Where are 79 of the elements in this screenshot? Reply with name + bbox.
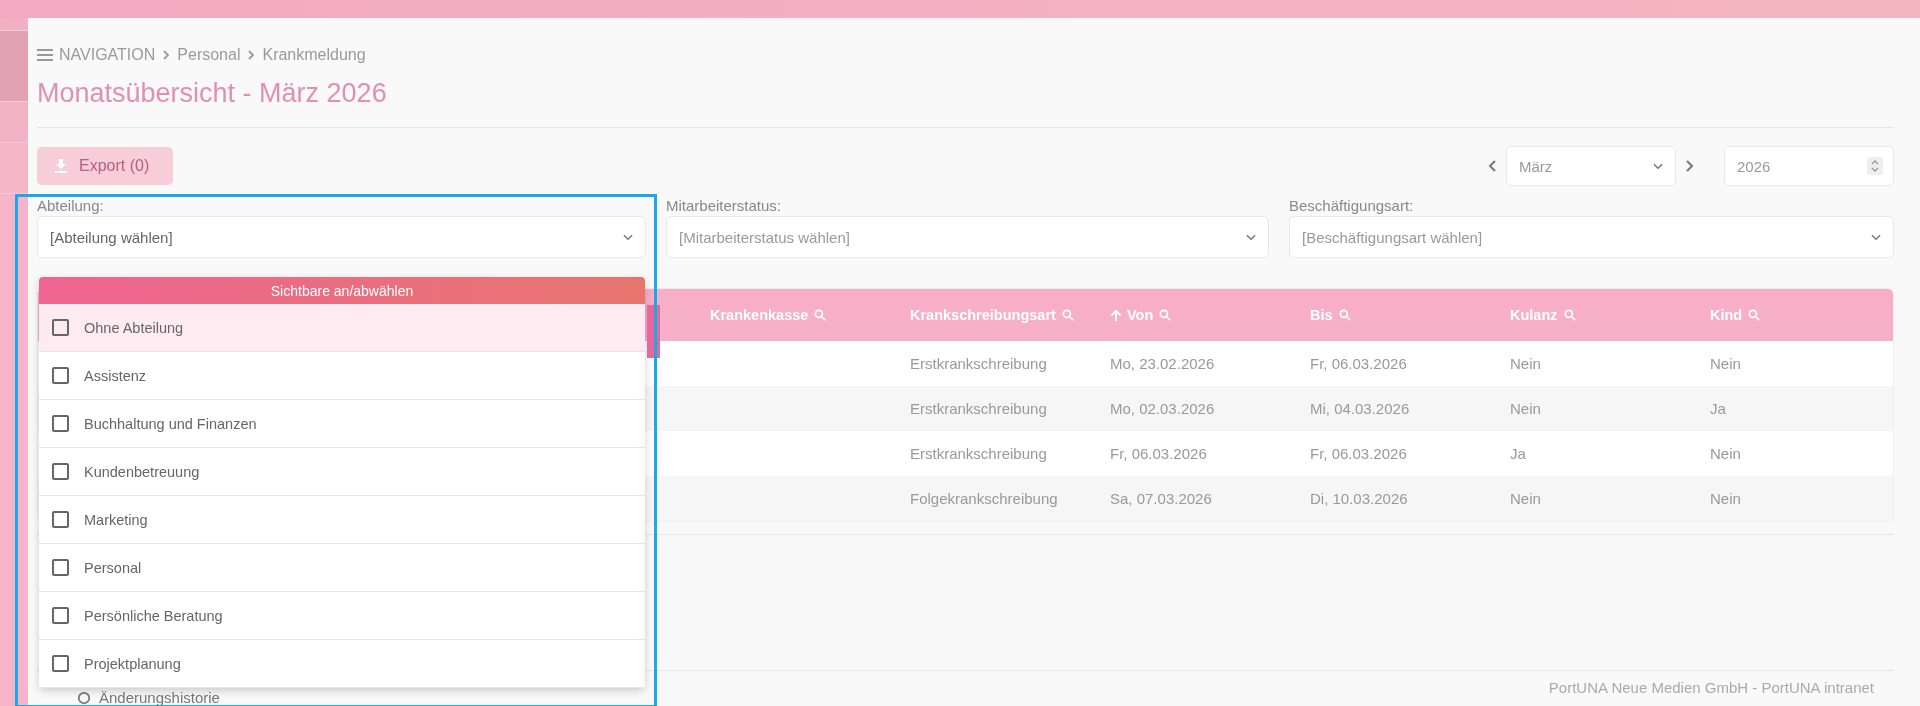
filter-select[interactable]: [Beschäftigungsart wählen] — [1289, 216, 1894, 258]
dropdown-option[interactable]: Personal — [39, 544, 645, 592]
dropdown-option[interactable]: Ohne Abteilung — [39, 304, 645, 352]
checkbox[interactable] — [52, 415, 69, 432]
column-header[interactable]: Kulanz — [1502, 307, 1702, 323]
year-input[interactable]: 2026 — [1724, 146, 1894, 186]
table-cell-text: Erstkrankschreibung — [909, 355, 1048, 372]
filter-label: Beschäftigungsart: — [1289, 197, 1415, 214]
table-cell-text: Fr, 06.03.2026 — [1309, 355, 1408, 372]
checkbox[interactable] — [52, 607, 69, 624]
filter-label: Mitarbeiterstatus: — [666, 197, 783, 214]
table-cell-text: Nein — [1509, 355, 1542, 372]
table-cell-text: Di, 10.03.2026 — [1309, 490, 1409, 507]
checkbox[interactable] — [52, 367, 69, 384]
column-header[interactable]: Von — [1102, 307, 1302, 323]
option-label: Marketing — [84, 511, 148, 528]
next-month-button[interactable] — [1684, 159, 1694, 173]
table-cell-text: Ja — [1509, 445, 1527, 462]
column-header[interactable]: Krankenkasse — [702, 307, 902, 323]
option-label: Ohne Abteilung — [84, 319, 184, 336]
table-cell-text: Ja — [1709, 400, 1727, 417]
option-label: Persönliche Beratung — [84, 607, 223, 624]
breadcrumb-link[interactable]: Krankmeldung — [262, 46, 366, 64]
table-cell-text: Fr, 06.03.2026 — [1109, 445, 1208, 462]
dropdown-option[interactable]: Marketing — [39, 496, 645, 544]
table-cell-text: Fr, 06.03.2026 — [1309, 445, 1408, 462]
table-cell-text: Nein — [1709, 445, 1742, 462]
table-cell-text: Nein — [1509, 400, 1542, 417]
filter-label: Abteilung: — [37, 197, 105, 214]
filter-select[interactable]: [Abteilung wählen] — [37, 216, 646, 258]
table-cell-text: Nein — [1709, 490, 1742, 507]
column-header[interactable]: Bis — [1302, 307, 1502, 323]
option-label: Projektplanung — [84, 655, 181, 672]
checkbox[interactable] — [52, 559, 69, 576]
search-icon[interactable] — [1337, 308, 1352, 322]
download-icon — [55, 159, 67, 173]
checkbox[interactable] — [52, 463, 69, 480]
menu-icon[interactable] — [37, 48, 53, 62]
search-icon[interactable] — [1562, 308, 1577, 322]
section-title[interactable]: Änderungshistorie — [99, 689, 220, 706]
dropdown-option[interactable]: Buchhaltung und Finanzen — [39, 400, 645, 448]
toggle-visible-button[interactable]: Sichtbare an/abwählen — [39, 277, 645, 304]
search-icon[interactable] — [813, 308, 828, 322]
history-icon — [77, 690, 91, 705]
month-select[interactable]: März — [1506, 146, 1676, 186]
chevron-right-icon — [161, 49, 172, 61]
dropdown-option[interactable]: Projektplanung — [39, 640, 645, 688]
breadcrumb-link[interactable]: NAVIGATION — [59, 46, 156, 64]
breadcrumb-link[interactable]: Personal — [177, 46, 241, 64]
table-cell-text: Erstkrankschreibung — [909, 445, 1048, 462]
option-label: Kundenbetreuung — [84, 463, 200, 480]
search-icon[interactable] — [1747, 308, 1762, 322]
checkbox[interactable] — [52, 319, 69, 336]
search-icon[interactable] — [1060, 308, 1075, 322]
table-cell-text: Nein — [1509, 490, 1542, 507]
table-cell-text: Mo, 23.02.2026 — [1109, 355, 1216, 372]
footer-text: PortUNA Neue Medien GmbH - PortUNA intranet — [1548, 679, 1874, 696]
search-icon[interactable] — [1158, 308, 1173, 322]
column-header[interactable]: Krankschreibungsart — [902, 307, 1102, 323]
filter-select[interactable]: [Mitarbeiterstatus wählen] — [666, 216, 1269, 258]
checkbox[interactable] — [52, 655, 69, 672]
table-cell-text: Erstkrankschreibung — [909, 400, 1048, 417]
table-cell-text: Folgekrankschreibung — [909, 490, 1059, 507]
option-label: Buchhaltung und Finanzen — [84, 415, 257, 432]
spinner-icon — [1867, 157, 1883, 175]
dropdown-option[interactable]: Persönliche Beratung — [39, 592, 645, 640]
table-cell-text: Mi, 04.03.2026 — [1309, 400, 1411, 417]
table-cell-text: Nein — [1709, 355, 1742, 372]
previous-month-button[interactable] — [1488, 159, 1498, 173]
table-cell-text: Mo, 02.03.2026 — [1109, 400, 1216, 417]
option-label: Personal — [84, 559, 142, 576]
dropdown-option[interactable]: Kundenbetreuung — [39, 448, 645, 496]
option-label: Assistenz — [84, 367, 147, 384]
checkbox[interactable] — [52, 511, 69, 528]
dropdown-option[interactable]: Assistenz — [39, 352, 645, 400]
page-title: Monatsübersicht - März 2026 — [37, 78, 1894, 128]
table-cell-text: Sa, 07.03.2026 — [1109, 490, 1213, 507]
column-header[interactable]: Kind — [1702, 307, 1893, 323]
chevron-right-icon — [246, 49, 257, 61]
